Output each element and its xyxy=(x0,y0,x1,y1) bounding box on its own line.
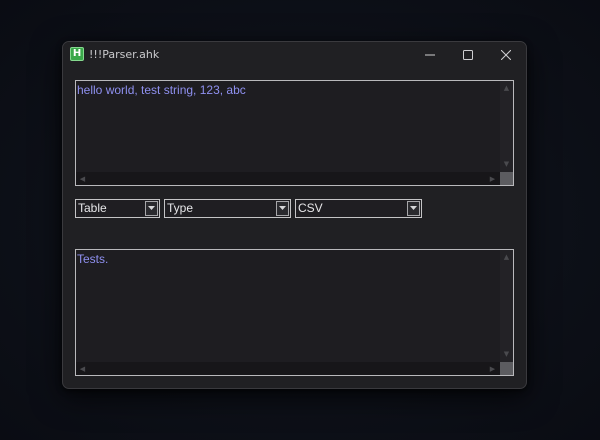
input-textbox[interactable]: hello world, test string, 123, abc ▲ ▼ ◀… xyxy=(75,80,514,186)
minimize-icon xyxy=(425,54,435,56)
maximize-button[interactable] xyxy=(448,42,488,68)
dropdown-selected-value: CSV xyxy=(298,201,323,215)
dropdown-selected-value: Table xyxy=(78,201,107,215)
title-bar[interactable]: H !!!Parser.ahk xyxy=(63,42,526,68)
type-dropdown[interactable]: Type xyxy=(164,199,291,218)
scroll-down-arrow-icon[interactable]: ▼ xyxy=(500,350,513,358)
scroll-left-arrow-icon[interactable]: ◀ xyxy=(76,175,89,183)
input-horizontal-scrollbar[interactable]: ◀ ▶ xyxy=(76,172,500,185)
output-vertical-scrollbar[interactable]: ▲ ▼ xyxy=(500,250,513,362)
scroll-right-arrow-icon[interactable]: ▶ xyxy=(486,175,499,183)
chevron-down-icon xyxy=(148,206,155,210)
minimize-button[interactable] xyxy=(410,42,450,68)
scroll-down-arrow-icon[interactable]: ▼ xyxy=(500,160,513,168)
close-icon xyxy=(501,50,511,60)
dropdown-arrow-button[interactable] xyxy=(407,201,420,216)
app-window: H !!!Parser.ahk hello world, test string… xyxy=(62,41,527,389)
output-horizontal-scrollbar[interactable]: ◀ ▶ xyxy=(76,362,500,375)
scroll-corner xyxy=(500,362,513,375)
format-dropdown[interactable]: CSV xyxy=(295,199,422,218)
output-text: Tests. xyxy=(77,252,109,266)
scroll-left-arrow-icon[interactable]: ◀ xyxy=(76,365,89,373)
dropdown-arrow-button[interactable] xyxy=(145,201,158,216)
scroll-up-arrow-icon[interactable]: ▲ xyxy=(500,253,513,261)
input-text: hello world, test string, 123, abc xyxy=(77,83,246,97)
app-icon: H xyxy=(70,47,84,61)
table-dropdown[interactable]: Table xyxy=(75,199,160,218)
scroll-right-arrow-icon[interactable]: ▶ xyxy=(486,365,499,373)
dropdown-arrow-button[interactable] xyxy=(276,201,289,216)
scroll-up-arrow-icon[interactable]: ▲ xyxy=(500,84,513,92)
close-button[interactable] xyxy=(486,42,526,68)
output-textbox[interactable]: Tests. ▲ ▼ ◀ ▶ xyxy=(75,249,514,376)
chevron-down-icon xyxy=(410,206,417,210)
desktop-background: H !!!Parser.ahk hello world, test string… xyxy=(0,0,600,440)
input-vertical-scrollbar[interactable]: ▲ ▼ xyxy=(500,81,513,172)
maximize-icon xyxy=(463,50,473,60)
chevron-down-icon xyxy=(279,206,286,210)
scroll-corner xyxy=(500,172,513,185)
window-title: !!!Parser.ahk xyxy=(89,48,160,61)
dropdown-selected-value: Type xyxy=(167,201,194,215)
